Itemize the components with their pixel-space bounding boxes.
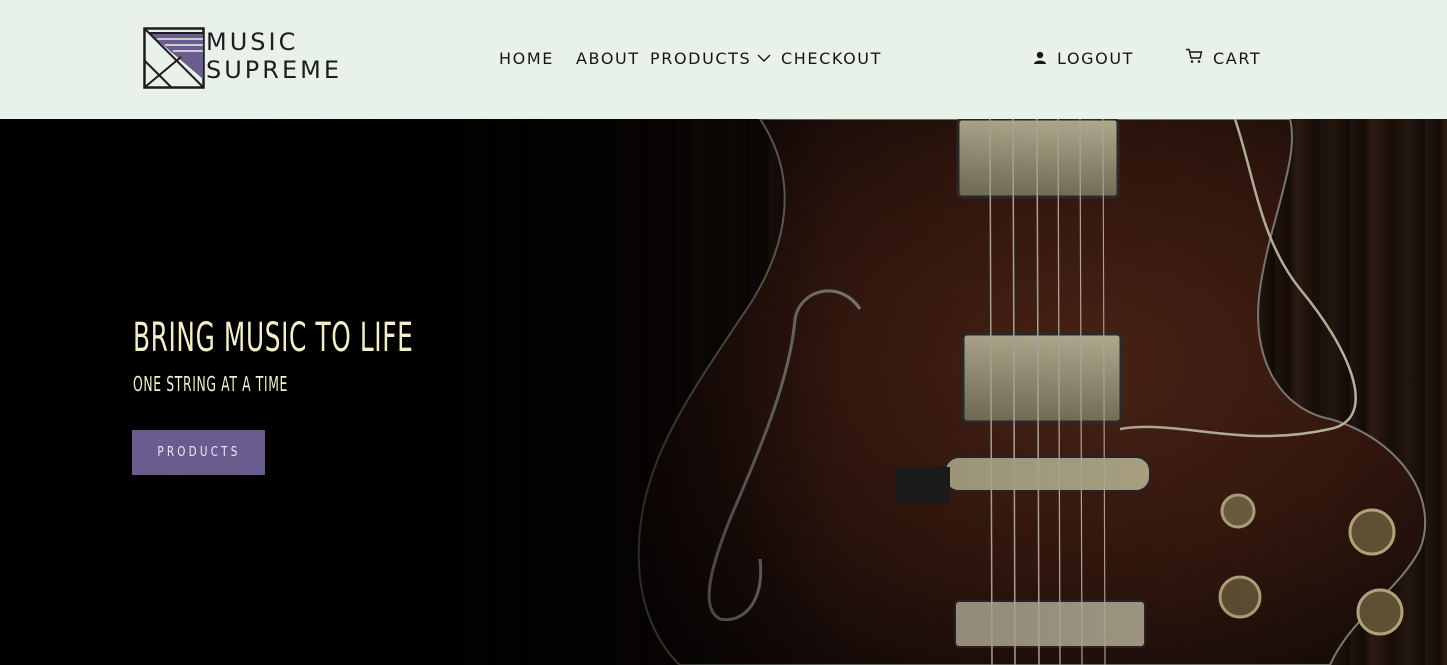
cart-icon bbox=[1186, 48, 1203, 63]
brand-line-2: SUPREME bbox=[206, 56, 342, 84]
nav-home[interactable]: HOME bbox=[499, 48, 554, 70]
triangle-square-logo-icon bbox=[143, 27, 205, 89]
nav-products[interactable]: PRODUCTS bbox=[650, 48, 771, 70]
brand-logo-link[interactable]: MUSIC SUPREME bbox=[143, 27, 375, 89]
nav-products-label: PRODUCTS bbox=[650, 49, 752, 68]
nav-checkout[interactable]: CHECKOUT bbox=[781, 48, 882, 70]
hero-title: BRING MUSIC TO LIFE bbox=[133, 315, 414, 361]
site-header: MUSIC SUPREME HOME ABOUT PRODUCTS CHECKO… bbox=[0, 0, 1447, 119]
brand-line-1: MUSIC bbox=[206, 28, 299, 56]
user-icon bbox=[1034, 51, 1046, 64]
hero-section: BRING MUSIC TO LIFE ONE STRING AT A TIME… bbox=[0, 119, 1447, 665]
nav-logout[interactable]: LOGOUT bbox=[1033, 48, 1134, 70]
chevron-down-icon bbox=[757, 54, 771, 62]
brand-name: MUSIC SUPREME bbox=[206, 27, 342, 84]
nav-cart[interactable]: CART bbox=[1185, 48, 1261, 70]
products-button[interactable]: PRODUCTS bbox=[132, 430, 265, 475]
nav-about[interactable]: ABOUT bbox=[576, 48, 640, 70]
nav-logout-label: LOGOUT bbox=[1057, 49, 1135, 68]
nav-cart-label: CART bbox=[1213, 49, 1262, 68]
products-button-label: PRODUCTS bbox=[156, 445, 241, 460]
hero-subtitle: ONE STRING AT A TIME bbox=[133, 372, 288, 396]
